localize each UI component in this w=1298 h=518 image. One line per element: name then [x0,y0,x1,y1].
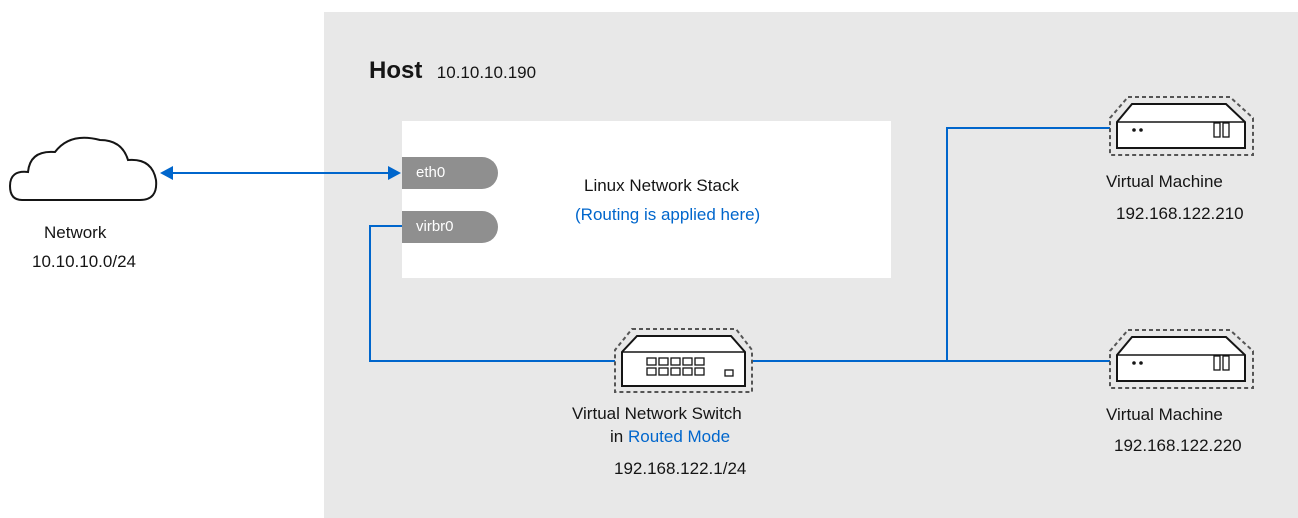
switch-mode-prefix: in [610,427,628,446]
vm2-label: Virtual Machine [1106,405,1223,424]
switch-ip: 192.168.122.1/24 [614,459,747,478]
switch-label: Virtual Network Switch [572,404,742,423]
arrow-left-icon [160,166,173,180]
cloud-icon [8,136,158,201]
arrow-right-icon [388,166,401,180]
vm1-link-line [946,127,1110,361]
vm1-ip: 192.168.122.210 [1116,204,1244,223]
switch-mode-value: Routed Mode [627,427,731,446]
switch-icon [614,328,753,393]
vm2-ip: 192.168.122.220 [1114,436,1242,455]
vm-server-icon-1 [1109,96,1254,156]
vm-server-icon-2 [1109,329,1254,389]
switch-mode: in Routed Mode [610,427,730,447]
network-label: Network [44,223,107,242]
vm1-label: Virtual Machine [1106,172,1223,191]
virbr0-to-switch-line [369,225,615,362]
network-subnet: 10.10.10.0/24 [32,252,136,271]
